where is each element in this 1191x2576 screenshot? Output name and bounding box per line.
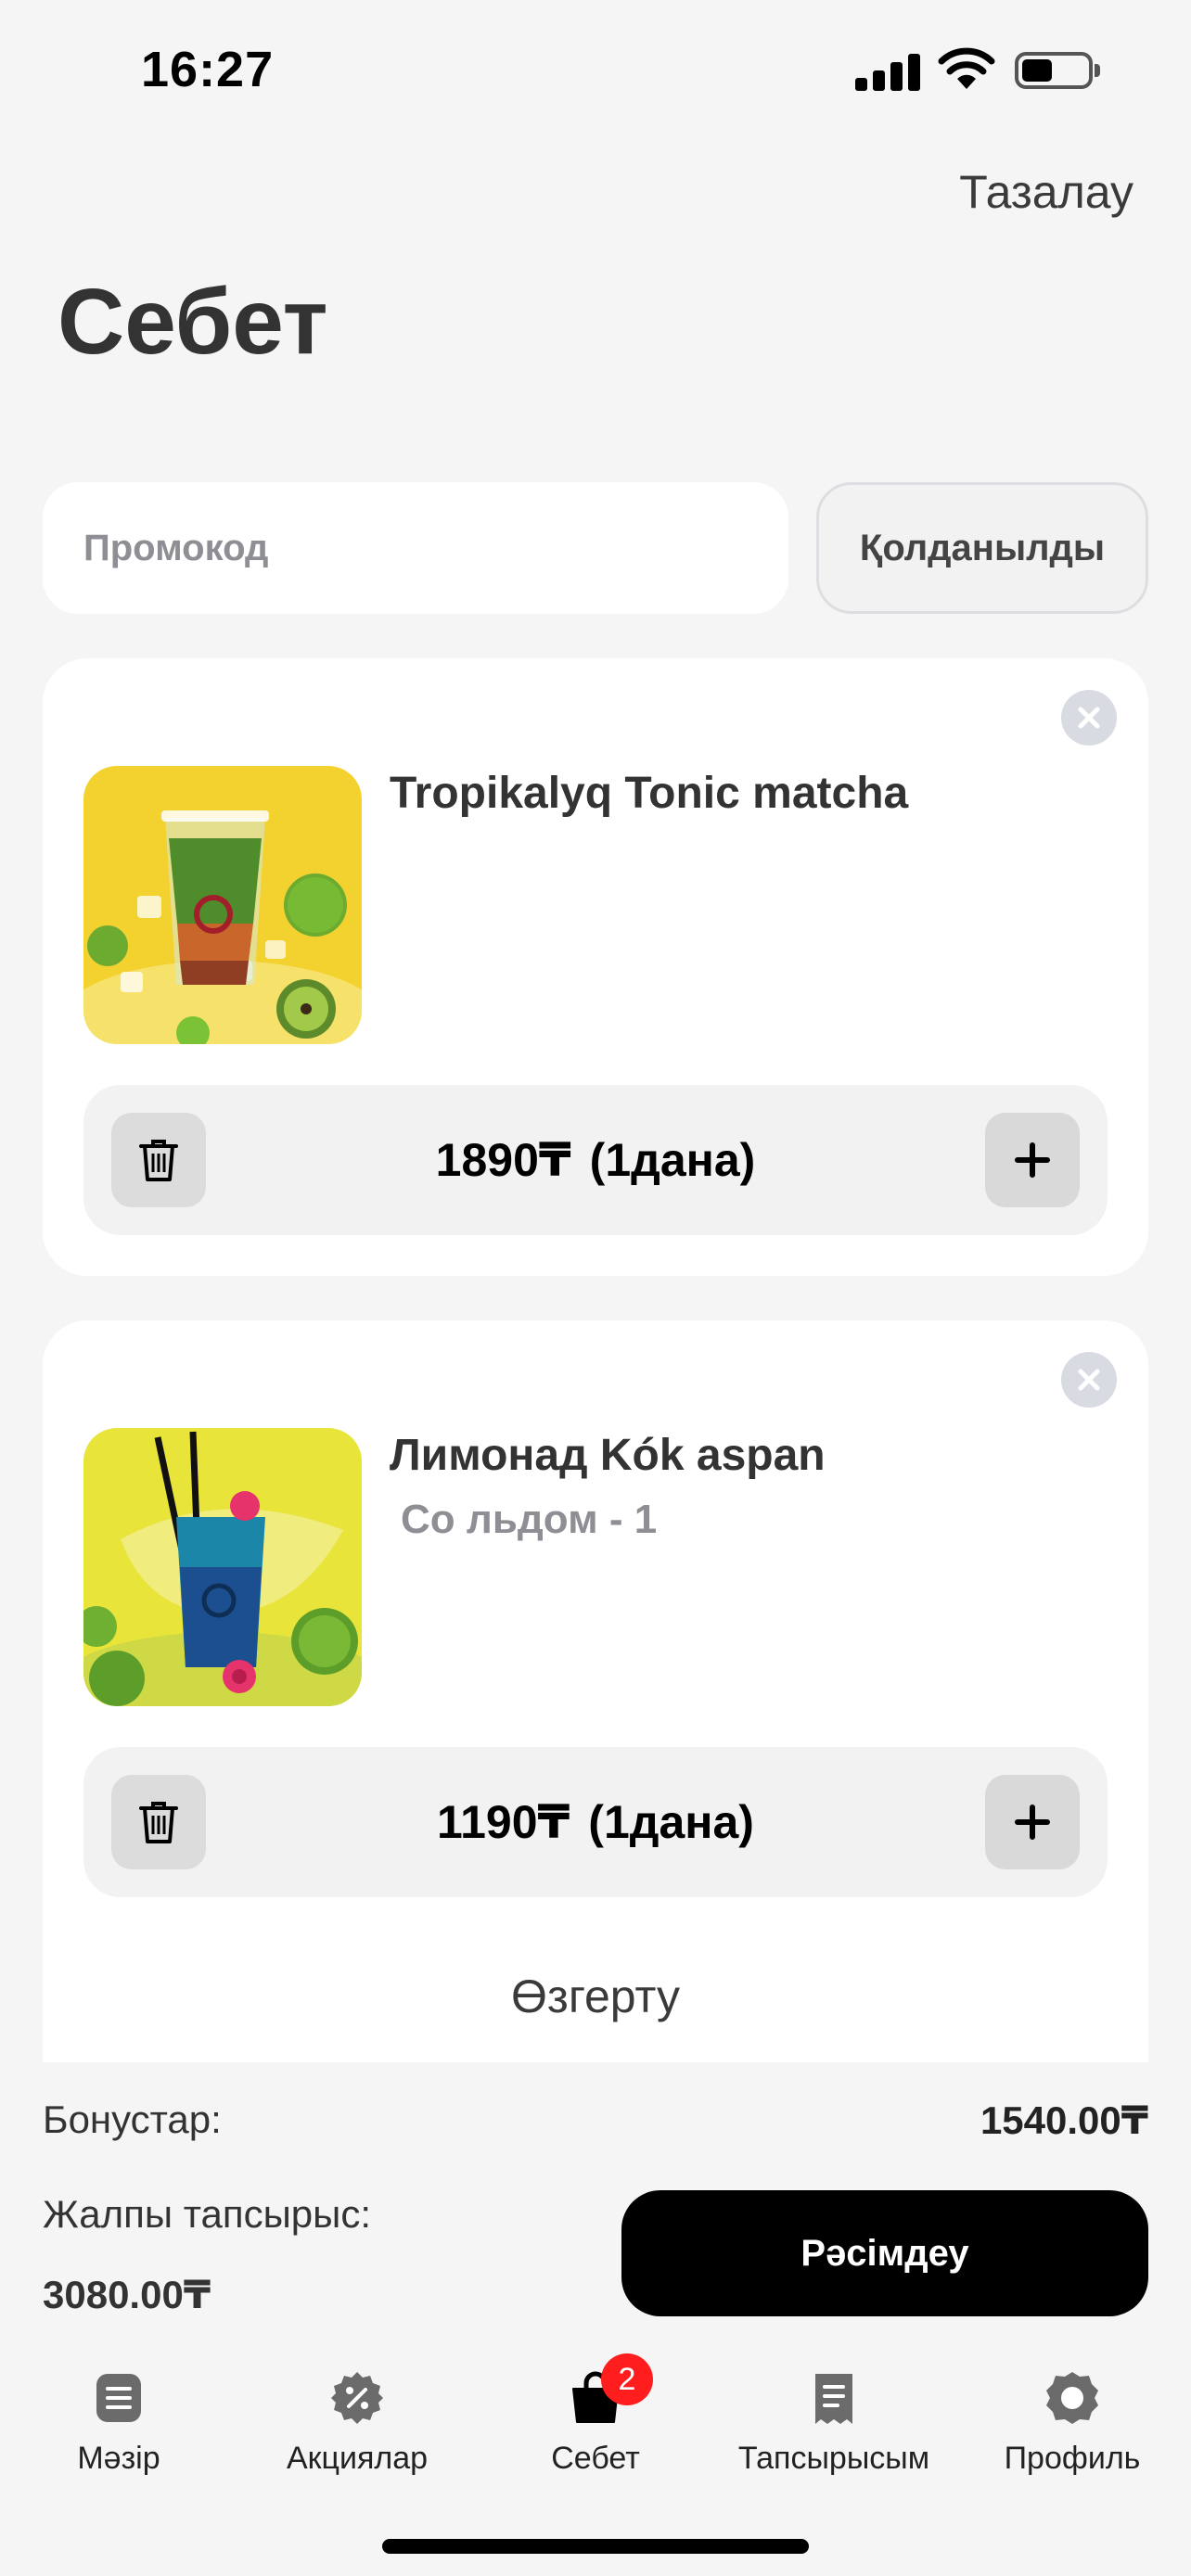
cart-item-card: Лимонад Kók aspan Со льдом - 1 1190₸ (1д… (43, 1320, 1148, 2062)
tab-cart[interactable]: 2 Себет (484, 2353, 707, 2498)
cart-item-card: Tropikalyq Tonic matcha 1890₸ (1дана) (43, 658, 1148, 1276)
tab-menu[interactable]: Мәзір (7, 2368, 230, 2498)
clear-cart-button[interactable]: Тазалау (959, 165, 1133, 219)
delete-item-button[interactable] (111, 1113, 206, 1207)
receipt-icon (815, 2374, 852, 2424)
remove-item-button[interactable] (1061, 690, 1117, 746)
plus-icon (1015, 1804, 1050, 1840)
item-price: 1190₸ (437, 1796, 570, 1848)
product-name: Лимонад Kók aspan (390, 1431, 826, 1480)
product-modifier: Со льдом - 1 (401, 1497, 658, 1542)
tab-label: Тапсырысым (737, 2441, 930, 2476)
page-title: Себет (58, 270, 328, 374)
wifi-icon (938, 47, 995, 89)
cart-count-badge: 2 (601, 2353, 653, 2405)
total-label: Жалпы тапсырыс: (43, 2192, 371, 2236)
promo-code-input[interactable] (43, 482, 788, 614)
increase-quantity-button[interactable] (985, 1113, 1080, 1207)
battery-icon (1015, 52, 1100, 89)
tab-orders[interactable]: Тапсырысым (723, 2368, 945, 2498)
close-icon (1078, 1369, 1100, 1391)
tab-label: Себет (551, 2441, 640, 2476)
tab-label: Мәзір (77, 2441, 160, 2476)
delete-item-button[interactable] (111, 1775, 206, 1869)
tab-label: Акциялар (286, 2441, 429, 2476)
tab-promotions[interactable]: Акциялар (246, 2368, 468, 2498)
plus-icon (1015, 1142, 1050, 1178)
close-icon (1078, 707, 1100, 729)
cellular-signal-icon (855, 52, 920, 91)
quantity-stepper: 1890₸ (1дана) (83, 1085, 1108, 1235)
product-image (83, 1428, 362, 1706)
increase-quantity-button[interactable] (985, 1775, 1080, 1869)
trash-icon (139, 1802, 178, 1843)
tab-label: Профиль (1004, 2441, 1141, 2476)
apply-promo-button[interactable]: Қолданылды (816, 482, 1148, 614)
status-time: 16:27 (141, 42, 275, 97)
trash-icon (139, 1140, 178, 1181)
bonus-value: 1540.00₸ (980, 2098, 1148, 2142)
item-quantity: (1дана) (588, 1796, 754, 1848)
item-quantity: (1дана) (589, 1134, 756, 1186)
promo-percent-icon (331, 2372, 383, 2424)
menu-list-icon (96, 2374, 141, 2422)
status-bar: 16:27 (0, 0, 1191, 139)
checkout-button[interactable]: Рәсімдеу (621, 2190, 1148, 2316)
bonus-label: Бонустар: (43, 2098, 222, 2141)
price-quantity: 1890₸ (1дана) (83, 1085, 1108, 1235)
tab-profile[interactable]: Профиль (961, 2368, 1184, 2498)
price-quantity: 1190₸ (1дана) (83, 1747, 1108, 1897)
remove-item-button[interactable] (1061, 1352, 1117, 1408)
total-value: 3080.00₸ (43, 2273, 211, 2316)
product-name: Tropikalyq Tonic matcha (390, 769, 909, 818)
quantity-stepper: 1190₸ (1дана) (83, 1747, 1108, 1897)
edit-item-button[interactable]: Өзгерту (43, 1970, 1148, 2023)
home-indicator (382, 2539, 809, 2554)
product-image (83, 766, 362, 1044)
profile-icon (1046, 2372, 1098, 2424)
item-price: 1890₸ (435, 1134, 571, 1186)
